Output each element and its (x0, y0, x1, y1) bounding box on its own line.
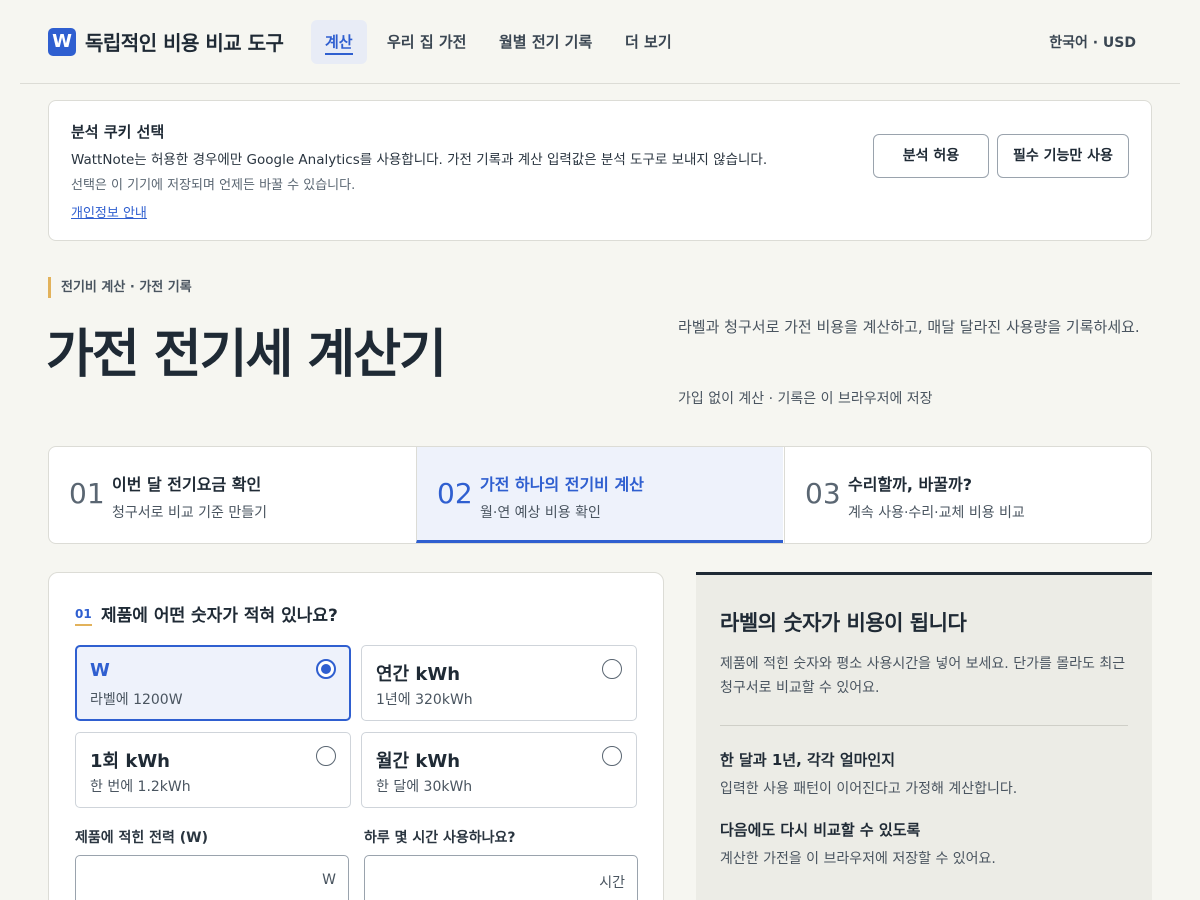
essential-only-button[interactable]: 필수 기능만 사용 (997, 134, 1129, 178)
nav-monthly-records[interactable]: 월별 전기 기록 (485, 20, 606, 64)
step-subtitle: 계속 사용·수리·교체 비용 비교 (848, 505, 1025, 521)
tab-bill-check[interactable]: 01 이번 달 전기요금 확인 청구서로 비교 기준 만들기 (49, 447, 416, 543)
allow-analytics-button[interactable]: 분석 허용 (873, 134, 989, 178)
step-number: 01 (69, 477, 105, 510)
option-watt[interactable]: W 라벨에 1200W (75, 645, 351, 721)
hero-eyebrow: 전기비 계산 · 가전 기록 (48, 277, 192, 298)
step-title: 수리할까, 바꿀까? (848, 475, 972, 494)
option-example: 라벨에 1200W (90, 692, 183, 708)
info-point-title: 다음에도 다시 비교할 수 있도록 (720, 821, 921, 839)
option-annual-kwh[interactable]: 연간 kWh 1년에 320kWh (361, 645, 637, 721)
info-point-description: 계산한 가전을 이 브라우저에 저장할 수 있어요. (720, 851, 996, 867)
step-title: 가전 하나의 전기비 계산 (480, 475, 644, 494)
step-number: 02 (437, 477, 473, 510)
option-example: 1년에 320kWh (376, 692, 473, 708)
option-per-use-kwh[interactable]: 1회 kWh 한 번에 1.2kWh (75, 732, 351, 808)
step-subtitle: 월·연 예상 비용 확인 (480, 505, 601, 521)
power-field[interactable]: W (75, 855, 349, 900)
info-title: 라벨의 숫자가 비용이 됩니다 (720, 611, 967, 635)
option-example: 한 번에 1.2kWh (90, 779, 191, 795)
radio-unchecked-icon[interactable] (316, 746, 336, 766)
option-example: 한 달에 30kWh (376, 779, 473, 795)
radio-unchecked-icon[interactable] (602, 746, 622, 766)
power-unit: W (322, 872, 336, 888)
info-description: 제품에 적힌 숫자와 평소 사용시간을 넣어 보세요. 단가를 몰라도 최근 청… (720, 656, 1126, 696)
info-point-title: 한 달과 1년, 각각 얼마인지 (720, 751, 896, 769)
option-monthly-kwh[interactable]: 월간 kWh 한 달에 30kWh (361, 732, 637, 808)
option-title: 월간 kWh (376, 751, 461, 772)
logo-icon[interactable]: W (48, 28, 76, 56)
cookie-banner: 분석 쿠키 선택 WattNote는 허용한 경우에만 Google Analy… (48, 100, 1152, 241)
hours-unit: 시간 (599, 875, 625, 891)
top-header: W 독립적인 비용 비교 도구 계산 우리 집 가전 월별 전기 기록 더 보기… (20, 0, 1180, 84)
cookie-description: WattNote는 허용한 경우에만 Google Analytics를 사용합… (71, 152, 768, 168)
hours-field[interactable]: 시간 (364, 855, 638, 900)
info-point-description: 입력한 사용 패턴이 이어진다고 가정해 계산합니다. (720, 781, 1018, 797)
nav-my-appliances[interactable]: 우리 집 가전 (373, 20, 480, 64)
step-title: 이번 달 전기요금 확인 (112, 475, 262, 494)
privacy-link[interactable]: 개인정보 안내 (71, 202, 147, 221)
tab-repair-or-replace[interactable]: 03 수리할까, 바꿀까? 계속 사용·수리·교체 비용 비교 (784, 447, 1151, 543)
question-title: 제품에 어떤 숫자가 적혀 있나요? (101, 606, 338, 626)
hours-field-label: 하루 몇 시간 사용하나요? (364, 830, 516, 846)
option-title: 연간 kWh (376, 664, 461, 685)
step-subtitle: 청구서로 비교 기준 만들기 (112, 505, 268, 521)
cookie-note: 선택은 이 기기에 저장되며 언제든 바꿀 수 있습니다. (71, 178, 356, 193)
calculator-form: 01 제품에 어떤 숫자가 적혀 있나요? W 라벨에 1200W 연간 kWh… (48, 572, 664, 900)
locale-selector[interactable]: 한국어 · USD (1049, 32, 1136, 52)
hours-input[interactable] (375, 866, 575, 896)
radio-checked-icon[interactable] (316, 659, 336, 679)
option-title: 1회 kWh (90, 751, 170, 772)
cookie-title: 분석 쿠키 선택 (71, 123, 165, 141)
nav-more[interactable]: 더 보기 (611, 20, 686, 64)
hero-note: 가입 없이 계산 · 기록은 이 브라우저에 저장 (678, 391, 933, 407)
step-number: 03 (805, 477, 841, 510)
brand-name[interactable]: 독립적인 비용 비교 도구 (85, 27, 284, 56)
option-title: W (90, 660, 110, 681)
question-number: 01 (75, 607, 92, 626)
power-field-label: 제품에 적힌 전력 (W) (75, 830, 209, 846)
power-input[interactable] (86, 866, 286, 896)
hero-description: 라벨과 청구서로 가전 비용을 계산하고, 매달 달라진 사용량을 기록하세요. (678, 318, 1140, 336)
tab-appliance-cost[interactable]: 02 가전 하나의 전기비 계산 월·연 예상 비용 확인 (416, 447, 783, 543)
page-title: 가전 전기세 계산기 (46, 325, 447, 385)
radio-unchecked-icon[interactable] (602, 659, 622, 679)
info-panel: 라벨의 숫자가 비용이 됩니다 제품에 적힌 숫자와 평소 사용시간을 넣어 보… (696, 572, 1152, 900)
step-tabs: 01 이번 달 전기요금 확인 청구서로 비교 기준 만들기 02 가전 하나의… (48, 446, 1152, 544)
nav-calculate[interactable]: 계산 (311, 20, 367, 64)
divider (720, 725, 1128, 726)
